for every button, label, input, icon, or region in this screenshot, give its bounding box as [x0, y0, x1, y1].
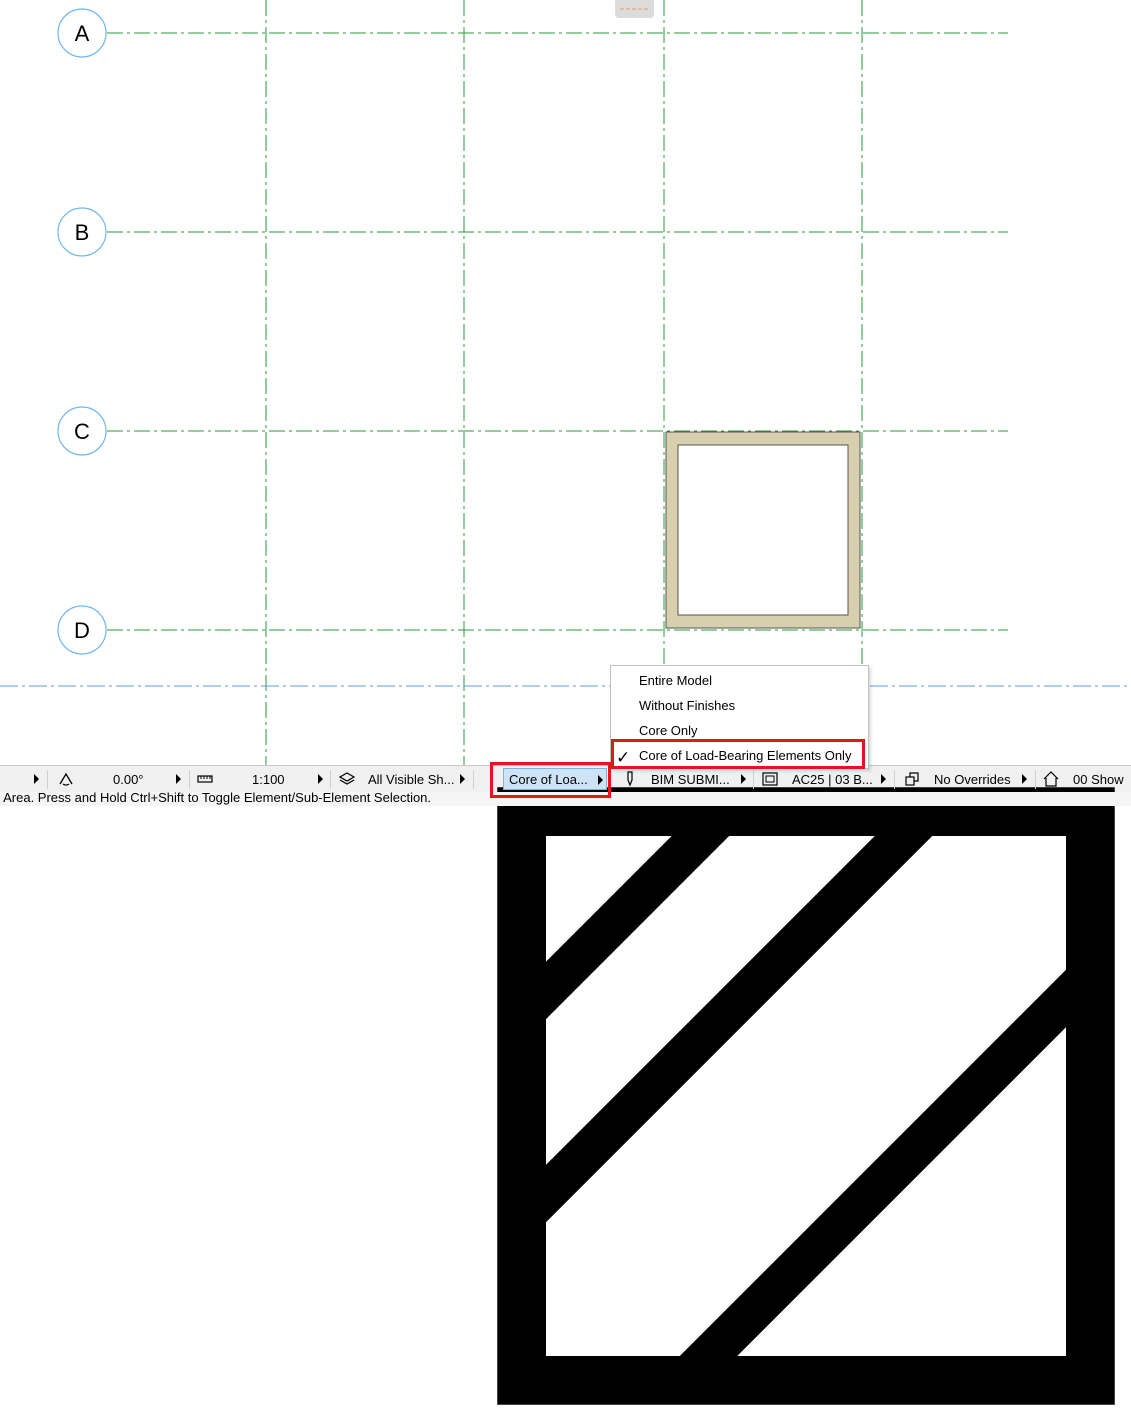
scale-arrow-icon[interactable]	[318, 774, 323, 784]
grid-bubble-label: B	[75, 220, 90, 245]
menu-item-core-only[interactable]: Core Only	[611, 718, 868, 743]
house-icon	[1043, 771, 1059, 787]
toolbar-separator	[189, 770, 190, 789]
renovation-filter-control[interactable]: 00 Show	[1043, 766, 1124, 792]
graphic-override-icon	[905, 772, 919, 786]
menu-item-core-load-bearing[interactable]: ✓ Core of Load-Bearing Elements Only	[611, 743, 868, 768]
layer-arrow-icon[interactable]	[460, 774, 465, 784]
quick-options-bar: 0.00° 1:100 All Visible Sh... Core of Lo…	[0, 765, 1131, 1405]
pen-set-control[interactable]: BIM SUBMI...	[622, 766, 730, 792]
status-bar: o Area. Press and Hold Ctrl+Shift to Tog…	[0, 792, 1131, 806]
structural-display-label: Core of Loa...	[509, 771, 588, 787]
angle-value[interactable]: 0.00°	[113, 766, 144, 792]
pen-icon	[627, 771, 633, 787]
grid-drawing: A B C D	[0, 0, 1131, 765]
graphic-override-label: No Overrides	[934, 771, 1011, 787]
model-view-icon	[762, 772, 778, 786]
toolbar-separator	[894, 770, 895, 789]
undo-arrow-icon[interactable]	[34, 774, 39, 784]
graphic-override-control[interactable]: No Overrides	[904, 766, 1011, 792]
scale-control[interactable]	[197, 766, 219, 792]
structural-display-arrow-icon	[598, 775, 603, 785]
angle-control[interactable]	[58, 766, 80, 792]
checkmark-icon: ✓	[616, 748, 631, 767]
toolbar-separator	[47, 770, 48, 789]
menu-item-without-finishes[interactable]: Without Finishes	[611, 693, 868, 718]
status-message: o Area. Press and Hold Ctrl+Shift to Tog…	[0, 792, 432, 805]
menu-item-label: Core of Load-Bearing Elements Only	[639, 748, 852, 763]
toolbar-separator	[753, 770, 754, 789]
menu-item-label: Entire Model	[639, 673, 712, 688]
wall-core-outline	[677, 444, 849, 616]
grid-bubble-label: C	[74, 419, 90, 444]
renovation-filter-label: 00 Show	[1073, 771, 1124, 787]
layers-icon	[339, 772, 355, 785]
graphic-override-arrow-icon[interactable]	[1022, 774, 1027, 784]
angle-arrow-icon[interactable]	[176, 774, 181, 784]
model-view-arrow-icon[interactable]	[881, 774, 886, 784]
scale-value[interactable]: 1:100	[252, 766, 285, 792]
grid-bubble-label: A	[75, 21, 90, 46]
menu-item-label: Core Only	[639, 723, 698, 738]
layer-combo-label: All Visible Sh...	[368, 771, 455, 787]
structural-display-button[interactable]: Core of Loa...	[503, 768, 607, 790]
ruler-icon	[197, 775, 213, 783]
model-view-label: AC25 | 03 B...	[792, 771, 873, 787]
toolbar-separator	[473, 770, 474, 789]
angle-icon	[59, 772, 73, 786]
layer-combination-control[interactable]: All Visible Sh...	[339, 766, 454, 792]
pen-set-arrow-icon[interactable]	[741, 774, 746, 784]
grid-bubble-label: D	[74, 618, 90, 643]
structural-display-icon[interactable]	[481, 771, 1131, 1421]
menu-item-label: Without Finishes	[639, 698, 736, 713]
toolbar-separator	[1035, 770, 1036, 789]
toolbar-separator	[330, 770, 331, 789]
model-view-control[interactable]: AC25 | 03 B...	[762, 766, 873, 792]
menu-item-entire-model[interactable]: Entire Model	[611, 668, 868, 693]
structural-display-menu[interactable]: Entire Model Without Finishes Core Only …	[610, 665, 869, 769]
floor-plan-canvas[interactable]: A B C D	[0, 0, 1131, 765]
pen-set-label: BIM SUBMI...	[651, 771, 730, 787]
